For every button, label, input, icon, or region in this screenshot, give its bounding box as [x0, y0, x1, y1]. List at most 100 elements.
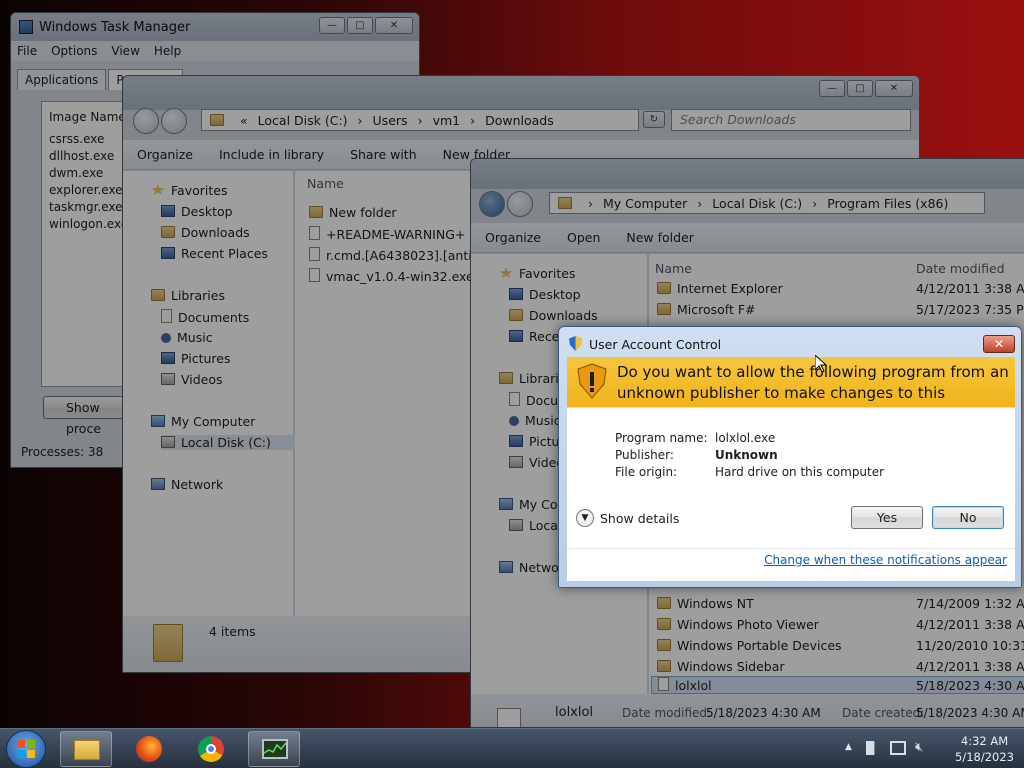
details-name: lolxlol [555, 705, 594, 720]
file-row[interactable]: Internet Explorer [657, 281, 783, 296]
taskbar-chrome[interactable] [186, 731, 238, 767]
breadcrumb-program-files[interactable]: Program Files (x86) [827, 196, 948, 211]
column-name[interactable]: Name [307, 176, 344, 191]
minimize-button[interactable]: — [319, 17, 345, 34]
file-row[interactable]: +README-WARNING+ [309, 226, 465, 242]
nav-favorites[interactable]: Favorites [499, 266, 575, 281]
tray-clock[interactable]: 4:32 AM 5/18/2023 [955, 733, 1014, 765]
file-row[interactable]: Microsoft F# [657, 302, 756, 317]
include-in-library-button[interactable]: Include in library [219, 147, 324, 162]
maximize-button[interactable]: □ [347, 17, 373, 34]
column-name[interactable]: Name [655, 261, 692, 276]
programs-address-bar[interactable]: › My Computer › Local Disk (C:) › Progra… [549, 192, 985, 214]
nav-downloads[interactable]: Downloads [161, 225, 250, 240]
nav-recent-places[interactable]: Recent Places [161, 246, 268, 261]
file-row[interactable]: Windows Sidebar [657, 659, 785, 674]
file-icon [309, 226, 320, 240]
uac-dialog[interactable]: User Account Control ✕ Do you want to al… [558, 326, 1022, 588]
forward-button[interactable] [161, 108, 187, 134]
nav-local-disk[interactable]: Local [509, 518, 561, 533]
breadcrumb-overflow[interactable]: « [240, 113, 248, 128]
chevron-down-icon[interactable]: ▼ [576, 509, 594, 527]
menu-help[interactable]: Help [154, 41, 181, 61]
taskbar-firefox[interactable] [124, 731, 176, 767]
refresh-button[interactable]: ↻ [643, 111, 665, 128]
notification-settings-link[interactable]: Change when these notifications appear [764, 553, 1007, 567]
action-center-icon[interactable] [866, 741, 875, 755]
nav-local-disk[interactable]: Local Disk (C:) [161, 435, 301, 450]
file-row[interactable]: Windows Photo Viewer [657, 617, 819, 632]
share-with-button[interactable]: Share with [350, 147, 417, 162]
forward-button[interactable] [507, 191, 533, 217]
nav-my-computer[interactable]: My Computer [151, 414, 255, 429]
menu-view[interactable]: View [111, 41, 139, 61]
menu-file[interactable]: File [17, 41, 37, 61]
nav-music[interactable]: Music [161, 330, 213, 345]
nav-pictures[interactable]: Pictures [161, 351, 231, 366]
no-button[interactable]: No [932, 506, 1004, 529]
process-row[interactable]: dllhost.exe [49, 149, 114, 163]
nav-pictures[interactable]: Pictur [509, 434, 565, 449]
programs-titlebar[interactable] [471, 159, 1024, 189]
start-button[interactable] [6, 730, 46, 768]
nav-desktop[interactable]: Desktop [161, 204, 233, 219]
breadcrumb-users[interactable]: Users [373, 113, 408, 128]
nav-music[interactable]: Music [509, 413, 561, 428]
show-details-button[interactable]: Show details [600, 511, 679, 526]
nav-network[interactable]: Netwo [499, 560, 559, 575]
nav-desktop[interactable]: Desktop [509, 287, 581, 302]
column-image-name[interactable]: Image Name [49, 110, 126, 124]
breadcrumb-downloads[interactable]: Downloads [485, 113, 554, 128]
nav-favorites[interactable]: Favorites [151, 183, 227, 198]
process-row[interactable]: dwm.exe [49, 166, 103, 180]
breadcrumb-vm1[interactable]: vm1 [433, 113, 461, 128]
nav-documents[interactable]: Docu [509, 392, 558, 408]
music-icon [509, 416, 519, 426]
breadcrumb-local-disk[interactable]: Local Disk (C:) [712, 196, 802, 211]
nav-libraries[interactable]: Libraries [151, 288, 225, 303]
open-button[interactable]: Open [567, 230, 600, 245]
back-button[interactable] [479, 191, 505, 217]
organize-button[interactable]: Organize [485, 230, 541, 245]
breadcrumb-my-computer[interactable]: My Computer [603, 196, 687, 211]
column-date-modified[interactable]: Date modified [916, 261, 1005, 276]
yes-button[interactable]: Yes [851, 506, 923, 529]
nav-network[interactable]: Network [151, 477, 223, 492]
process-row[interactable]: explorer.exe [49, 183, 123, 197]
file-row[interactable]: Windows Portable Devices [657, 638, 842, 653]
minimize-button[interactable]: — [819, 80, 845, 97]
downloads-titlebar[interactable]: — □ ✕ [123, 76, 919, 110]
search-placeholder: Search Downloads [680, 112, 796, 127]
back-button[interactable] [133, 108, 159, 134]
uac-close-button[interactable]: ✕ [983, 335, 1015, 353]
taskbar-task-manager[interactable] [248, 731, 300, 767]
nav-libraries[interactable]: Librarie [499, 371, 566, 386]
maximize-button[interactable]: □ [847, 80, 873, 97]
process-row[interactable]: csrss.exe [49, 132, 104, 146]
menu-options[interactable]: Options [51, 41, 97, 61]
tab-applications[interactable]: Applications [17, 69, 107, 90]
taskbar-explorer[interactable] [60, 731, 112, 767]
new-folder-button[interactable]: New folder [626, 230, 694, 245]
downloads-address-bar[interactable]: « Local Disk (C:) › Users › vm1 › Downlo… [201, 109, 639, 131]
nav-videos[interactable]: Videos [161, 372, 223, 387]
nav-documents[interactable]: Documents [161, 309, 249, 325]
file-row[interactable]: r.cmd.[A6438023].[antifork [309, 247, 496, 263]
nav-downloads[interactable]: Downloads [509, 308, 598, 323]
process-row[interactable]: winlogon.exe [49, 217, 128, 231]
network-icon[interactable] [890, 741, 906, 755]
close-button[interactable]: ✕ [375, 17, 413, 34]
task-manager-titlebar[interactable]: Windows Task Manager — □ ✕ [11, 13, 419, 41]
file-row[interactable]: New folder [309, 205, 397, 220]
task-manager-title: Windows Task Manager [39, 20, 191, 35]
downloads-search-input[interactable]: Search Downloads [671, 109, 911, 131]
process-row[interactable]: taskmgr.exe [49, 200, 123, 214]
organize-button[interactable]: Organize [137, 147, 193, 162]
close-button[interactable]: ✕ [875, 80, 913, 97]
folder-icon [657, 597, 671, 609]
file-row[interactable]: Windows NT [657, 596, 754, 611]
nav-videos[interactable]: Video [509, 455, 564, 470]
tray-show-hidden-icon[interactable]: ▲ [845, 742, 852, 752]
breadcrumb-local-disk[interactable]: Local Disk (C:) [258, 113, 348, 128]
volume-muted-icon[interactable]: 🔇︎ [915, 740, 923, 755]
